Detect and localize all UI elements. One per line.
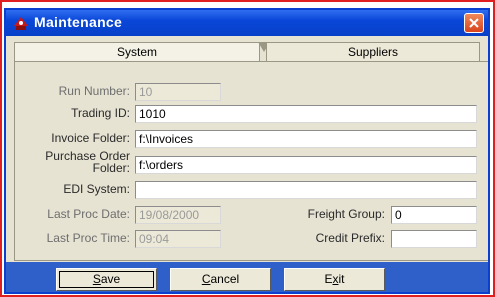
title-bar[interactable]: Maintenance — [6, 10, 488, 36]
edi-system-label: EDI System: — [63, 182, 130, 196]
window-title: Maintenance — [34, 14, 123, 30]
freight-group-label: Freight Group: — [307, 207, 385, 221]
app-logo-icon — [12, 14, 30, 32]
credit-prefix-field[interactable] — [391, 230, 477, 248]
save-button[interactable]: Save — [56, 268, 157, 291]
purchase-order-folder-label-line2: Folder: — [92, 161, 130, 175]
save-button-label: ave — [100, 272, 121, 286]
save-button-mnemonic: S — [92, 272, 101, 286]
invoice-folder-field[interactable]: f:\Invoices — [135, 130, 477, 148]
maintenance-window: Maintenance System Suppliers Run Number:… — [4, 8, 490, 294]
credit-prefix-label: Credit Prefix: — [315, 231, 385, 245]
cancel-button-label: ancel — [210, 272, 240, 286]
close-button[interactable] — [464, 13, 484, 33]
tab-system[interactable]: System — [14, 42, 260, 61]
exit-button[interactable]: Exit — [284, 268, 385, 291]
exit-button-first: E — [324, 272, 333, 286]
tab-suppliers[interactable]: Suppliers — [266, 42, 480, 61]
purchase-order-folder-field[interactable]: f:\orders — [135, 156, 477, 174]
trading-id-field[interactable]: 1010 — [135, 105, 477, 123]
close-icon — [469, 18, 479, 28]
cancel-button[interactable]: Cancel — [170, 268, 271, 291]
last-proc-date-label: Last Proc Date: — [47, 207, 130, 221]
run-number-field: 10 — [135, 83, 221, 101]
tab-strip: System Suppliers — [14, 42, 480, 62]
system-panel: Run Number: 10 Trading ID: 1010 Invoice … — [14, 61, 488, 261]
exit-button-label: it — [338, 272, 345, 286]
run-number-label: Run Number: — [58, 84, 130, 98]
edi-system-field[interactable] — [135, 181, 477, 199]
button-bar: Save Cancel Exit — [6, 262, 488, 292]
freight-group-field[interactable]: 0 — [391, 206, 477, 224]
last-proc-time-field: 09:04 — [135, 230, 221, 248]
trading-id-label: Trading ID: — [71, 106, 130, 120]
last-proc-time-label: Last Proc Time: — [46, 231, 130, 245]
invoice-folder-label: Invoice Folder: — [51, 131, 130, 145]
last-proc-date-field: 19/08/2000 — [135, 206, 221, 224]
